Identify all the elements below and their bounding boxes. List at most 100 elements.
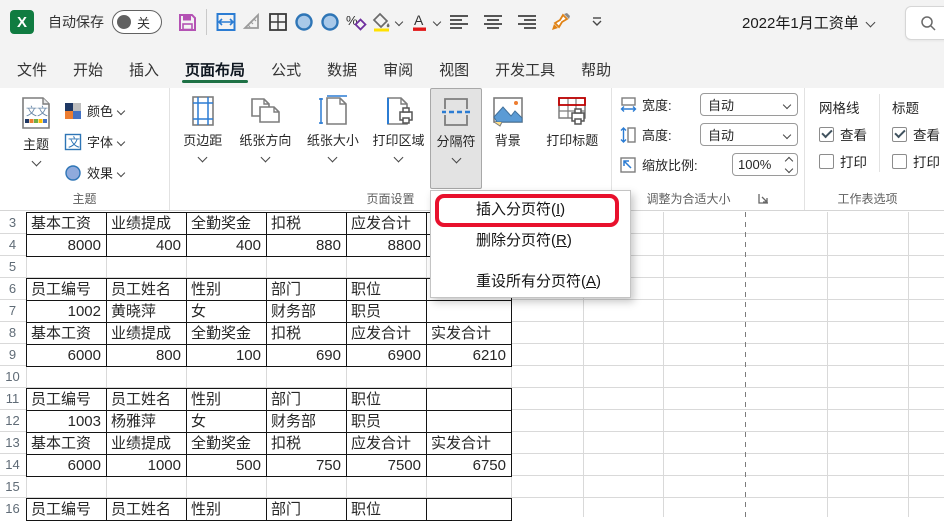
cell-r14c2[interactable]: 1000 <box>106 454 187 477</box>
spinner-arrows-icon[interactable] <box>784 156 794 173</box>
font-color-icon[interactable]: A <box>407 7 433 37</box>
align-left-icon[interactable] <box>446 7 472 37</box>
borders-icon[interactable] <box>265 7 291 37</box>
cell-r4c1[interactable]: 8000 <box>26 234 107 257</box>
cell-r12c1[interactable]: 1003 <box>26 410 107 433</box>
row-header-3[interactable]: 3 <box>0 212 25 234</box>
cell-r12c2[interactable]: 杨雅萍 <box>106 410 187 433</box>
menu-item-1[interactable]: 删除分页符(R) <box>431 225 630 256</box>
cell-r3c2[interactable]: 业绩提成 <box>106 212 187 235</box>
cell-r16c4[interactable]: 部门 <box>266 498 347 521</box>
paper-size-button[interactable]: 纸张大小 <box>299 88 367 188</box>
cell-r6c4[interactable]: 部门 <box>266 278 347 301</box>
orientation-button[interactable]: 纸张方向 <box>232 88 300 188</box>
tab-7[interactable]: 视图 <box>426 50 482 88</box>
cell-r3c4[interactable]: 扣税 <box>266 212 347 235</box>
cell-r11c1[interactable]: 员工编号 <box>26 388 107 411</box>
cell-r13c1[interactable]: 基本工资 <box>26 432 107 455</box>
tab-5[interactable]: 数据 <box>314 50 370 88</box>
height-dropdown[interactable]: 自动 <box>700 123 798 146</box>
headings-print-checkbox[interactable] <box>892 153 907 169</box>
headings-print-checkbox-row[interactable]: 打印 <box>892 151 940 171</box>
cell-r13c3[interactable]: 全勤奖金 <box>186 432 267 455</box>
cell-r4c5[interactable]: 8800 <box>346 234 427 257</box>
cell-r3c1[interactable]: 基本工资 <box>26 212 107 235</box>
cell-r9c4[interactable]: 690 <box>266 344 347 367</box>
background-button[interactable]: 背景 <box>482 88 534 188</box>
cell-r16c3[interactable]: 性别 <box>186 498 267 521</box>
row-header-12[interactable]: 12 <box>0 410 25 432</box>
cell-r12c5[interactable]: 职员 <box>346 410 427 433</box>
qat-overflow-icon[interactable] <box>584 7 610 37</box>
cell-r11c2[interactable]: 员工姓名 <box>106 388 187 411</box>
oval-shape-icon[interactable] <box>291 7 317 37</box>
cell-r14c1[interactable]: 6000 <box>26 454 107 477</box>
cell-r12c4[interactable]: 财务部 <box>266 410 347 433</box>
cell-r8c6[interactable]: 实发合计 <box>426 322 512 345</box>
tab-2[interactable]: 插入 <box>116 50 172 88</box>
cell-r13c4[interactable]: 扣税 <box>266 432 347 455</box>
ruler-icon[interactable] <box>239 7 265 37</box>
search-box[interactable] <box>905 6 944 40</box>
row-header-11[interactable]: 11 <box>0 388 25 410</box>
cell-r7c2[interactable]: 黄晓萍 <box>106 300 187 323</box>
cell-r12c3[interactable]: 女 <box>186 410 267 433</box>
cell-r8c4[interactable]: 扣税 <box>266 322 347 345</box>
cell-r6c1[interactable]: 员工编号 <box>26 278 107 301</box>
row-header-8[interactable]: 8 <box>0 322 25 344</box>
percent-style-icon[interactable]: % <box>343 7 369 37</box>
align-right-icon[interactable] <box>514 7 540 37</box>
save-icon[interactable] <box>174 7 200 37</box>
tab-8[interactable]: 开发工具 <box>482 50 568 88</box>
cell-r16c1[interactable]: 员工编号 <box>26 498 107 521</box>
tab-1[interactable]: 开始 <box>60 50 116 88</box>
autosave-toggle[interactable]: 关 <box>112 10 162 34</box>
cell-r11c5[interactable]: 职位 <box>346 388 427 411</box>
column-width-icon[interactable] <box>213 7 239 37</box>
cell-r7c1[interactable]: 1002 <box>26 300 107 323</box>
menu-item-3[interactable]: 重设所有分页符(A) <box>431 266 630 297</box>
cell-r12c6[interactable] <box>426 410 512 433</box>
gridlines-print-checkbox-row[interactable]: 打印 <box>819 151 867 171</box>
row-header-6[interactable]: 6 <box>0 278 25 300</box>
cell-r13c2[interactable]: 业绩提成 <box>106 432 187 455</box>
tab-0[interactable]: 文件 <box>4 50 60 88</box>
cell-r6c3[interactable]: 性别 <box>186 278 267 301</box>
cell-r8c2[interactable]: 业绩提成 <box>106 322 187 345</box>
dialog-launcher-icon[interactable] <box>757 192 770 205</box>
cell-r8c5[interactable]: 应发合计 <box>346 322 427 345</box>
cell-r11c6[interactable] <box>426 388 512 411</box>
tab-3[interactable]: 页面布局 <box>172 50 258 88</box>
gridlines-view-checkbox-row[interactable]: 查看 <box>819 124 867 144</box>
theme-fonts-button[interactable]: 文 字体 <box>64 128 126 155</box>
cell-r7c4[interactable]: 财务部 <box>266 300 347 323</box>
print-area-button[interactable]: 打印区域 <box>367 88 431 188</box>
row-header-4[interactable]: 4 <box>0 234 25 256</box>
cell-r3c5[interactable]: 应发合计 <box>346 212 427 235</box>
row-header-10[interactable]: 10 <box>0 366 25 388</box>
cell-r7c6[interactable] <box>426 300 512 323</box>
cell-r3c3[interactable]: 全勤奖金 <box>186 212 267 235</box>
themes-button[interactable]: 文文 主题 <box>8 88 64 188</box>
cell-r16c6[interactable] <box>426 498 512 521</box>
breaks-button[interactable]: 分隔符 <box>430 88 482 189</box>
cell-r13c5[interactable]: 应发合计 <box>346 432 427 455</box>
cell-r14c3[interactable]: 500 <box>186 454 267 477</box>
cell-r7c5[interactable]: 职员 <box>346 300 427 323</box>
cell-r9c6[interactable]: 6210 <box>426 344 512 367</box>
cell-r7c3[interactable]: 女 <box>186 300 267 323</box>
cell-r4c3[interactable]: 400 <box>186 234 267 257</box>
cell-r9c3[interactable]: 100 <box>186 344 267 367</box>
cell-r9c5[interactable]: 6900 <box>346 344 427 367</box>
width-dropdown[interactable]: 自动 <box>700 93 798 116</box>
gridlines-print-checkbox[interactable] <box>819 153 834 169</box>
tab-9[interactable]: 帮助 <box>568 50 624 88</box>
menu-item-0[interactable]: 插入分页符(I) <box>431 194 630 225</box>
headings-view-checkbox[interactable] <box>892 126 907 142</box>
cell-r8c3[interactable]: 全勤奖金 <box>186 322 267 345</box>
cell-r14c5[interactable]: 7500 <box>346 454 427 477</box>
format-painter-icon[interactable] <box>548 7 574 37</box>
cell-r11c3[interactable]: 性别 <box>186 388 267 411</box>
theme-effects-button[interactable]: 效果 <box>64 159 126 186</box>
headings-view-checkbox-row[interactable]: 查看 <box>892 124 940 144</box>
